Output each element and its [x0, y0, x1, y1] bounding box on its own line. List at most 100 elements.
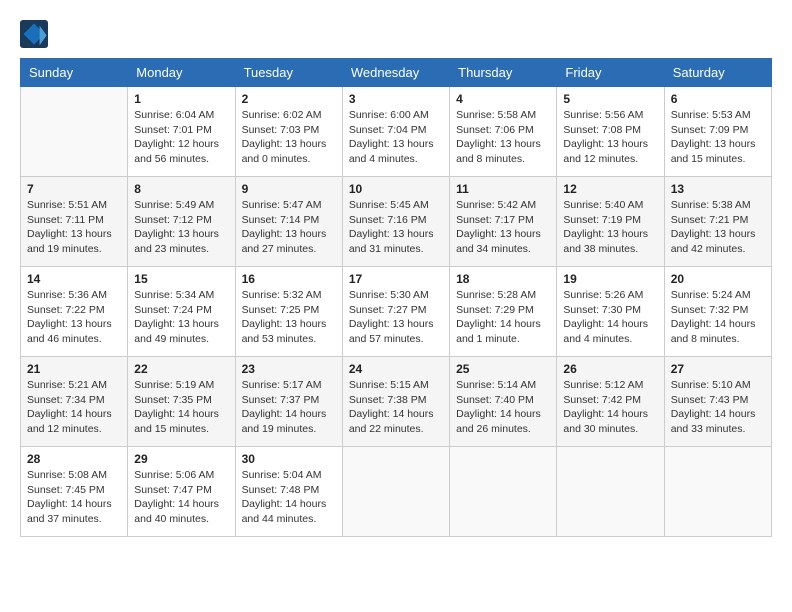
day-info: Sunrise: 5:56 AMSunset: 7:08 PMDaylight:… — [563, 108, 657, 167]
day-cell: 10 Sunrise: 5:45 AMSunset: 7:16 PMDayligh… — [342, 177, 449, 267]
day-cell: 21 Sunrise: 5:21 AMSunset: 7:34 PMDayligh… — [21, 357, 128, 447]
day-cell — [450, 447, 557, 537]
day-info: Sunrise: 5:26 AMSunset: 7:30 PMDaylight:… — [563, 288, 657, 347]
day-info: Sunrise: 5:47 AMSunset: 7:14 PMDaylight:… — [242, 198, 336, 257]
day-cell: 6 Sunrise: 5:53 AMSunset: 7:09 PMDaylight… — [664, 87, 771, 177]
day-cell: 5 Sunrise: 5:56 AMSunset: 7:08 PMDaylight… — [557, 87, 664, 177]
day-number: 5 — [563, 92, 657, 106]
week-row-3: 14 Sunrise: 5:36 AMSunset: 7:22 PMDayligh… — [21, 267, 772, 357]
day-cell: 23 Sunrise: 5:17 AMSunset: 7:37 PMDayligh… — [235, 357, 342, 447]
week-row-2: 7 Sunrise: 5:51 AMSunset: 7:11 PMDaylight… — [21, 177, 772, 267]
day-cell: 28 Sunrise: 5:08 AMSunset: 7:45 PMDayligh… — [21, 447, 128, 537]
day-info: Sunrise: 5:45 AMSunset: 7:16 PMDaylight:… — [349, 198, 443, 257]
day-cell: 8 Sunrise: 5:49 AMSunset: 7:12 PMDaylight… — [128, 177, 235, 267]
day-number: 20 — [671, 272, 765, 286]
day-info: Sunrise: 5:19 AMSunset: 7:35 PMDaylight:… — [134, 378, 228, 437]
day-cell: 17Sunrise: 5:30 AMSunset: 7:27 PMDayligh… — [342, 267, 449, 357]
day-number: 29 — [134, 452, 228, 466]
day-cell: 20Sunrise: 5:24 AMSunset: 7:32 PMDayligh… — [664, 267, 771, 357]
logo — [20, 20, 52, 48]
day-cell: 11Sunrise: 5:42 AMSunset: 7:17 PMDayligh… — [450, 177, 557, 267]
day-number: 30 — [242, 452, 336, 466]
day-info: Sunrise: 5:34 AMSunset: 7:24 PMDaylight:… — [134, 288, 228, 347]
day-number: 19 — [563, 272, 657, 286]
day-number: 3 — [349, 92, 443, 106]
day-number: 8 — [134, 182, 228, 196]
day-cell: 29 Sunrise: 5:06 AMSunset: 7:47 PMDayligh… — [128, 447, 235, 537]
day-cell: 15Sunrise: 5:34 AMSunset: 7:24 PMDayligh… — [128, 267, 235, 357]
day-info: Sunrise: 6:02 AMSunset: 7:03 PMDaylight:… — [242, 108, 336, 167]
day-info: Sunrise: 5:53 AMSunset: 7:09 PMDaylight:… — [671, 108, 765, 167]
day-number: 1 — [134, 92, 228, 106]
day-cell: 9 Sunrise: 5:47 AMSunset: 7:14 PMDaylight… — [235, 177, 342, 267]
day-info: Sunrise: 5:36 AMSunset: 7:22 PMDaylight:… — [27, 288, 121, 347]
day-number: 27 — [671, 362, 765, 376]
week-row-1: 1 Sunrise: 6:04 AMSunset: 7:01 PMDaylight… — [21, 87, 772, 177]
day-info: Sunrise: 5:32 AMSunset: 7:25 PMDaylight:… — [242, 288, 336, 347]
day-number: 9 — [242, 182, 336, 196]
day-cell: 1 Sunrise: 6:04 AMSunset: 7:01 PMDaylight… — [128, 87, 235, 177]
day-info: Sunrise: 5:58 AMSunset: 7:06 PMDaylight:… — [456, 108, 550, 167]
day-cell: 26 Sunrise: 5:12 AMSunset: 7:42 PMDayligh… — [557, 357, 664, 447]
day-info: Sunrise: 5:10 AMSunset: 7:43 PMDaylight:… — [671, 378, 765, 437]
day-cell: 2 Sunrise: 6:02 AMSunset: 7:03 PMDaylight… — [235, 87, 342, 177]
day-info: Sunrise: 5:06 AMSunset: 7:47 PMDaylight:… — [134, 468, 228, 527]
day-cell: 14 Sunrise: 5:36 AMSunset: 7:22 PMDayligh… — [21, 267, 128, 357]
calendar-table: SundayMondayTuesdayWednesdayThursdayFrid… — [20, 58, 772, 537]
day-info: Sunrise: 6:04 AMSunset: 7:01 PMDaylight:… — [134, 108, 228, 167]
day-info: Sunrise: 5:04 AMSunset: 7:48 PMDaylight:… — [242, 468, 336, 527]
day-number: 12 — [563, 182, 657, 196]
day-info: Sunrise: 5:51 AMSunset: 7:11 PMDaylight:… — [27, 198, 121, 257]
day-cell: 30 Sunrise: 5:04 AMSunset: 7:48 PMDayligh… — [235, 447, 342, 537]
header-wednesday: Wednesday — [342, 59, 449, 87]
day-cell: 25 Sunrise: 5:14 AMSunset: 7:40 PMDayligh… — [450, 357, 557, 447]
day-cell: 4 Sunrise: 5:58 AMSunset: 7:06 PMDaylight… — [450, 87, 557, 177]
day-info: Sunrise: 5:21 AMSunset: 7:34 PMDaylight:… — [27, 378, 121, 437]
day-info: Sunrise: 5:28 AMSunset: 7:29 PMDaylight:… — [456, 288, 550, 347]
day-info: Sunrise: 5:38 AMSunset: 7:21 PMDaylight:… — [671, 198, 765, 257]
day-info: Sunrise: 5:17 AMSunset: 7:37 PMDaylight:… — [242, 378, 336, 437]
day-number: 4 — [456, 92, 550, 106]
day-info: Sunrise: 5:42 AMSunset: 7:17 PMDaylight:… — [456, 198, 550, 257]
day-number: 25 — [456, 362, 550, 376]
day-cell: 3Sunrise: 6:00 AMSunset: 7:04 PMDaylight… — [342, 87, 449, 177]
day-number: 14 — [27, 272, 121, 286]
day-number: 7 — [27, 182, 121, 196]
header-saturday: Saturday — [664, 59, 771, 87]
day-info: Sunrise: 5:49 AMSunset: 7:12 PMDaylight:… — [134, 198, 228, 257]
logo-icon — [20, 20, 48, 48]
header-friday: Friday — [557, 59, 664, 87]
day-info: Sunrise: 5:12 AMSunset: 7:42 PMDaylight:… — [563, 378, 657, 437]
day-cell — [557, 447, 664, 537]
day-number: 23 — [242, 362, 336, 376]
day-info: Sunrise: 5:15 AMSunset: 7:38 PMDaylight:… — [349, 378, 443, 437]
day-cell: 13 Sunrise: 5:38 AMSunset: 7:21 PMDayligh… — [664, 177, 771, 267]
week-row-4: 21 Sunrise: 5:21 AMSunset: 7:34 PMDayligh… — [21, 357, 772, 447]
day-cell: 16 Sunrise: 5:32 AMSunset: 7:25 PMDayligh… — [235, 267, 342, 357]
day-cell — [342, 447, 449, 537]
day-info: Sunrise: 5:14 AMSunset: 7:40 PMDaylight:… — [456, 378, 550, 437]
header-thursday: Thursday — [450, 59, 557, 87]
header-sunday: Sunday — [21, 59, 128, 87]
day-number: 17 — [349, 272, 443, 286]
day-number: 6 — [671, 92, 765, 106]
day-info: Sunrise: 5:08 AMSunset: 7:45 PMDaylight:… — [27, 468, 121, 527]
header-tuesday: Tuesday — [235, 59, 342, 87]
day-info: Sunrise: 5:40 AMSunset: 7:19 PMDaylight:… — [563, 198, 657, 257]
day-number: 16 — [242, 272, 336, 286]
day-number: 2 — [242, 92, 336, 106]
day-cell: 18Sunrise: 5:28 AMSunset: 7:29 PMDayligh… — [450, 267, 557, 357]
day-cell: 22Sunrise: 5:19 AMSunset: 7:35 PMDayligh… — [128, 357, 235, 447]
day-number: 26 — [563, 362, 657, 376]
day-number: 13 — [671, 182, 765, 196]
page-header — [20, 20, 772, 48]
day-number: 28 — [27, 452, 121, 466]
day-number: 21 — [27, 362, 121, 376]
day-cell: 12 Sunrise: 5:40 AMSunset: 7:19 PMDayligh… — [557, 177, 664, 267]
day-number: 24 — [349, 362, 443, 376]
day-cell: 19 Sunrise: 5:26 AMSunset: 7:30 PMDayligh… — [557, 267, 664, 357]
day-number: 10 — [349, 182, 443, 196]
week-row-5: 28 Sunrise: 5:08 AMSunset: 7:45 PMDayligh… — [21, 447, 772, 537]
header-row: SundayMondayTuesdayWednesdayThursdayFrid… — [21, 59, 772, 87]
day-cell — [21, 87, 128, 177]
